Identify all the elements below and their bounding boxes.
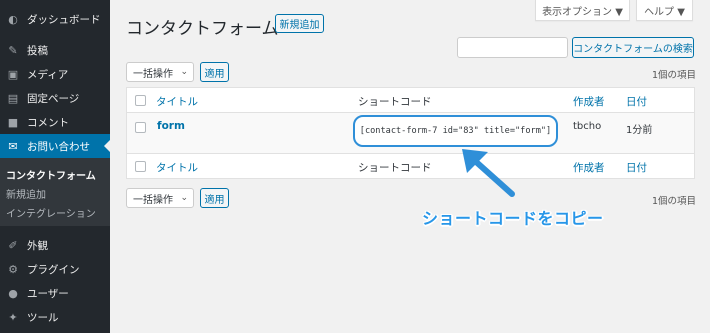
- menu-label: ツール: [27, 311, 59, 324]
- date-value: 1分前: [626, 125, 653, 136]
- menu-label: メディア: [27, 68, 69, 81]
- menu-label: ダッシュボード: [27, 13, 101, 26]
- menu-plugins[interactable]: ⚙ プラグイン: [0, 257, 110, 281]
- annotation-callout: ショートコードをコピー: [422, 209, 604, 228]
- author-value: tbcho: [573, 121, 602, 132]
- screen-options-tab[interactable]: 表示オプション ▼: [535, 0, 630, 21]
- menu-media[interactable]: ▣ メディア: [0, 62, 110, 86]
- row-checkbox[interactable]: [135, 122, 146, 133]
- chevron-down-icon: ⌄: [180, 193, 188, 203]
- menu-label: コメント: [27, 116, 69, 129]
- page-icon: ▤: [7, 91, 19, 105]
- menu-label: ユーザー: [27, 287, 69, 300]
- search-button[interactable]: コンタクトフォームの検索: [572, 37, 694, 58]
- admin-sidebar: ◐ ダッシュボード ✎ 投稿 ▣ メディア ▤ 固定ページ ■ コメント ✉ お…: [0, 0, 110, 333]
- menu-label: 外観: [27, 239, 48, 252]
- column-date[interactable]: 日付: [626, 94, 647, 109]
- select-all-checkbox-bottom[interactable]: [135, 161, 146, 172]
- menu-label: 固定ページ: [27, 92, 80, 105]
- menu-label: プラグイン: [27, 263, 80, 276]
- menu-pages[interactable]: ▤ 固定ページ: [0, 86, 110, 110]
- menu-label: お問い合わせ: [27, 140, 90, 153]
- column-date-footer[interactable]: 日付: [626, 160, 647, 175]
- column-title-footer[interactable]: タイトル: [156, 160, 198, 175]
- form-title-link[interactable]: form: [157, 120, 185, 132]
- submenu-integration[interactable]: インテグレーション: [6, 205, 96, 220]
- bulk-action-label: 一括操作: [133, 194, 173, 206]
- active-indicator: [104, 140, 110, 152]
- table-footer: タイトル ショートコード 作成者 日付: [127, 154, 694, 179]
- media-icon: ▣: [7, 67, 19, 81]
- menu-contact[interactable]: ✉ お問い合わせ: [0, 134, 110, 158]
- menu-appearance[interactable]: ✐ 外観: [0, 233, 110, 257]
- apply-button-top[interactable]: 適用: [200, 62, 229, 82]
- user-icon: ●: [8, 286, 18, 300]
- column-author-footer[interactable]: 作成者: [573, 160, 605, 175]
- page-title: コンタクトフォーム: [126, 19, 279, 39]
- shortcode-highlight[interactable]: [contact-form-7 id="83" title="form"]: [353, 115, 558, 147]
- item-count-bottom: 1個の項目: [651, 196, 696, 207]
- plugin-icon: ⚙: [8, 262, 18, 276]
- pin-icon: ✎: [8, 43, 18, 57]
- add-new-button[interactable]: 新規追加: [275, 14, 324, 33]
- column-shortcode-footer: ショートコード: [358, 162, 432, 174]
- bulk-action-select-bottom[interactable]: 一括操作 ⌄: [126, 188, 194, 208]
- submenu-add-new[interactable]: 新規追加: [6, 186, 46, 201]
- mail-icon: ✉: [8, 139, 18, 153]
- select-all-checkbox[interactable]: [135, 95, 146, 106]
- help-tab[interactable]: ヘルプ ▼: [636, 0, 693, 21]
- menu-label: 投稿: [27, 44, 48, 57]
- column-shortcode: ショートコード: [358, 96, 432, 108]
- annotation-arrow-icon: [462, 149, 515, 197]
- menu-users[interactable]: ● ユーザー: [0, 281, 110, 305]
- menu-tools[interactable]: ✦ ツール: [0, 305, 110, 329]
- menu-comments[interactable]: ■ コメント: [0, 110, 110, 134]
- bulk-action-label: 一括操作: [133, 68, 173, 80]
- column-title[interactable]: タイトル: [156, 94, 198, 109]
- menu-dashboard[interactable]: ◐ ダッシュボード: [0, 7, 110, 31]
- search-input[interactable]: [457, 37, 568, 58]
- dashboard-icon: ◐: [8, 12, 18, 26]
- comment-icon: ■: [7, 115, 19, 129]
- table-header: タイトル ショートコード 作成者 日付: [127, 88, 694, 113]
- contact-submenu: コンタクトフォーム 新規追加 インテグレーション: [0, 158, 110, 226]
- chevron-down-icon: ⌄: [180, 67, 188, 77]
- appearance-icon: ✐: [8, 238, 18, 252]
- bulk-action-select-top[interactable]: 一括操作 ⌄: [126, 62, 194, 82]
- apply-button-bottom[interactable]: 適用: [200, 188, 229, 208]
- item-count-top: 1個の項目: [651, 70, 696, 81]
- menu-posts[interactable]: ✎ 投稿: [0, 38, 110, 62]
- submenu-contact-forms[interactable]: コンタクトフォーム: [6, 167, 96, 182]
- wrench-icon: ✦: [8, 310, 18, 324]
- column-author[interactable]: 作成者: [573, 94, 605, 109]
